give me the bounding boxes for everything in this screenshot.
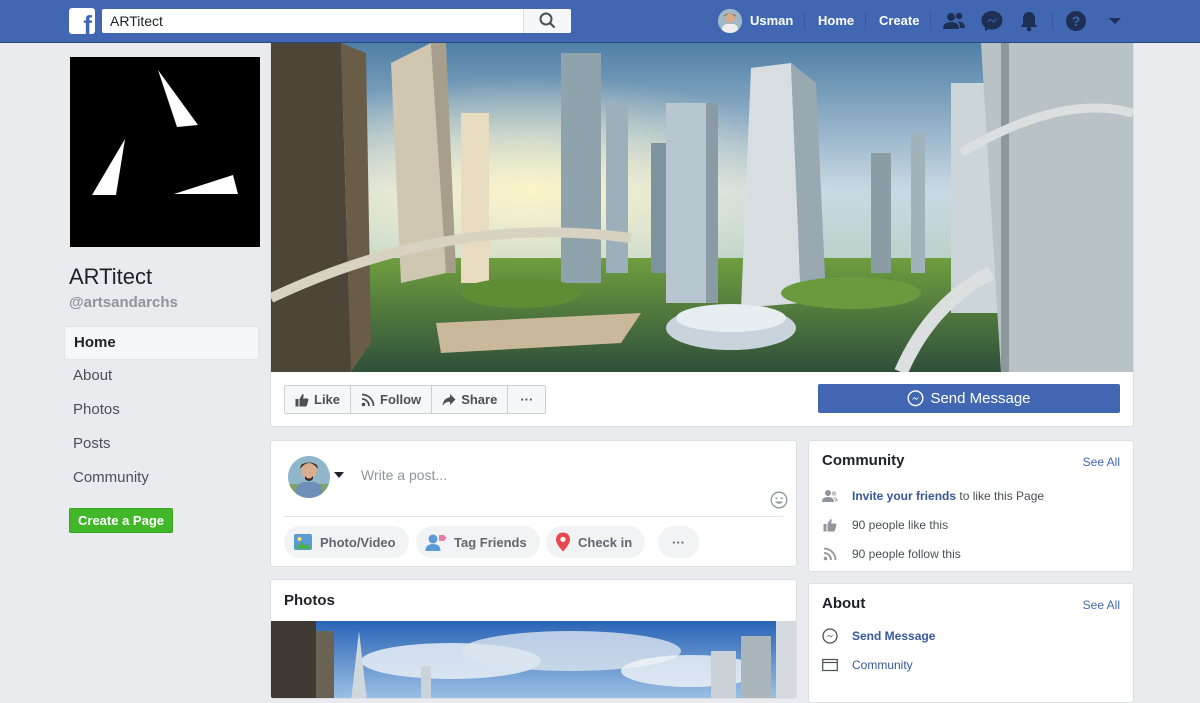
more-dots-icon: ··· [520, 392, 534, 407]
search-input[interactable]: ARTitect [110, 13, 163, 29]
cover-card: Like Follow Share ··· Send Message [270, 43, 1134, 427]
composer-divider [284, 516, 783, 517]
page-follows-count: 90 people follow this [852, 547, 961, 561]
sidebar-item-photos[interactable]: Photos [64, 394, 259, 428]
tag-friends-icon [425, 534, 447, 551]
more-dots-icon: ··· [672, 534, 685, 550]
artitect-logo-icon [92, 70, 238, 195]
about-see-all-link[interactable]: See All [1083, 598, 1120, 612]
search-icon [539, 12, 556, 29]
account-menu-chevron-down-icon[interactable] [1103, 10, 1127, 32]
category-folder-icon [822, 657, 838, 673]
cover-photo[interactable] [271, 43, 1133, 372]
sidebar-item-community[interactable]: Community [64, 462, 259, 496]
more-options-button[interactable]: ··· [508, 386, 545, 413]
post-composer: Write a post... Photo/Video Tag Friends [270, 440, 797, 567]
follow-button[interactable]: Follow [351, 386, 433, 413]
like-button[interactable]: Like [285, 386, 352, 413]
write-post-input[interactable]: Write a post... [361, 467, 447, 483]
check-in-label: Check in [578, 534, 633, 550]
page-name: ARTitect [69, 264, 153, 289]
notifications-bell-icon[interactable] [1017, 10, 1041, 32]
about-category-row: Community [822, 657, 913, 673]
page-likes-count: 90 people like this [852, 518, 949, 532]
invite-friends-link[interactable]: Invite your friends [852, 489, 956, 503]
photo-video-button[interactable]: Photo/Video [284, 526, 409, 558]
search-bar[interactable]: ARTitect [102, 9, 571, 33]
tag-friends-button[interactable]: Tag Friends [416, 526, 540, 558]
follow-button-label: Follow [380, 392, 422, 407]
check-in-button[interactable]: Check in [546, 526, 646, 558]
like-button-label: Like [314, 392, 341, 407]
create-link[interactable]: Create [879, 13, 919, 28]
photos-card-title[interactable]: Photos [284, 592, 335, 609]
share-button[interactable]: Share [432, 386, 509, 413]
send-message-button[interactable]: Send Message [818, 384, 1120, 413]
page-username[interactable]: @artsandarchs [69, 294, 178, 311]
sidebar-item-posts[interactable]: Posts [64, 428, 259, 462]
cover-city-image [271, 43, 1133, 372]
rss-follow-icon [361, 393, 375, 406]
nav-divider [804, 13, 805, 30]
community-see-all-link[interactable]: See All [1083, 455, 1120, 469]
composer-avatar[interactable] [288, 456, 330, 498]
sidebar-item-home[interactable]: Home [64, 326, 259, 360]
audience-chevron-down-icon[interactable] [334, 472, 344, 478]
messenger-icon [907, 390, 924, 407]
top-navigation-bar: f ARTitect Usman Home Create ? [0, 0, 1200, 43]
page-likes-row: 90 people like this [822, 517, 948, 533]
thumbs-up-icon [822, 517, 838, 533]
photos-card: Photos [270, 579, 797, 699]
share-button-label: Share [461, 392, 498, 407]
share-arrow-icon [442, 393, 456, 406]
sidebar-item-about[interactable]: About [64, 360, 259, 394]
about-send-message-row: Send Message [822, 628, 935, 644]
location-pin-icon [556, 532, 570, 552]
nav-divider [930, 13, 931, 30]
photo-video-label: Photo/Video [320, 534, 396, 550]
about-category-link[interactable]: Community [852, 658, 913, 672]
messenger-icon [822, 628, 838, 644]
invite-friends-row: Invite your friends to like this Page [822, 488, 1044, 504]
friend-requests-icon[interactable] [942, 10, 966, 32]
invite-friends-text: to like this Page [956, 489, 1045, 503]
about-card-title[interactable]: About [822, 595, 865, 612]
page-action-buttons: Like Follow Share ··· [284, 385, 547, 414]
emoji-icon[interactable] [770, 491, 788, 509]
send-message-label: Send Message [930, 390, 1031, 407]
photo-icon [294, 534, 312, 550]
nav-divider [865, 13, 866, 30]
user-name-link[interactable]: Usman [750, 13, 793, 28]
user-avatar[interactable] [718, 9, 742, 33]
thumbs-up-icon [295, 393, 309, 406]
page-sidebar-nav: Home About Photos Posts Community [64, 326, 259, 496]
page-profile-picture[interactable] [70, 57, 260, 247]
about-card: About See All Send Message Community [808, 583, 1134, 703]
help-question-icon[interactable]: ? [1064, 10, 1088, 32]
invite-friends-icon [822, 488, 838, 504]
search-button[interactable] [523, 9, 571, 33]
home-link[interactable]: Home [818, 13, 854, 28]
page-follows-row: 90 people follow this [822, 546, 961, 562]
nav-divider [1052, 13, 1053, 30]
about-send-message-link[interactable]: Send Message [852, 629, 935, 643]
create-a-page-button[interactable]: Create a Page [69, 508, 173, 533]
photo-thumbnail[interactable] [271, 621, 796, 698]
rss-follow-icon [822, 546, 838, 562]
community-card-title[interactable]: Community [822, 452, 905, 469]
messenger-icon[interactable] [980, 10, 1004, 32]
facebook-logo-icon[interactable]: f [69, 8, 95, 34]
composer-more-button[interactable]: ··· [658, 526, 699, 558]
community-card: Community See All Invite your friends to… [808, 440, 1134, 572]
svg-text:?: ? [1072, 13, 1081, 29]
tag-friends-label: Tag Friends [454, 534, 527, 550]
